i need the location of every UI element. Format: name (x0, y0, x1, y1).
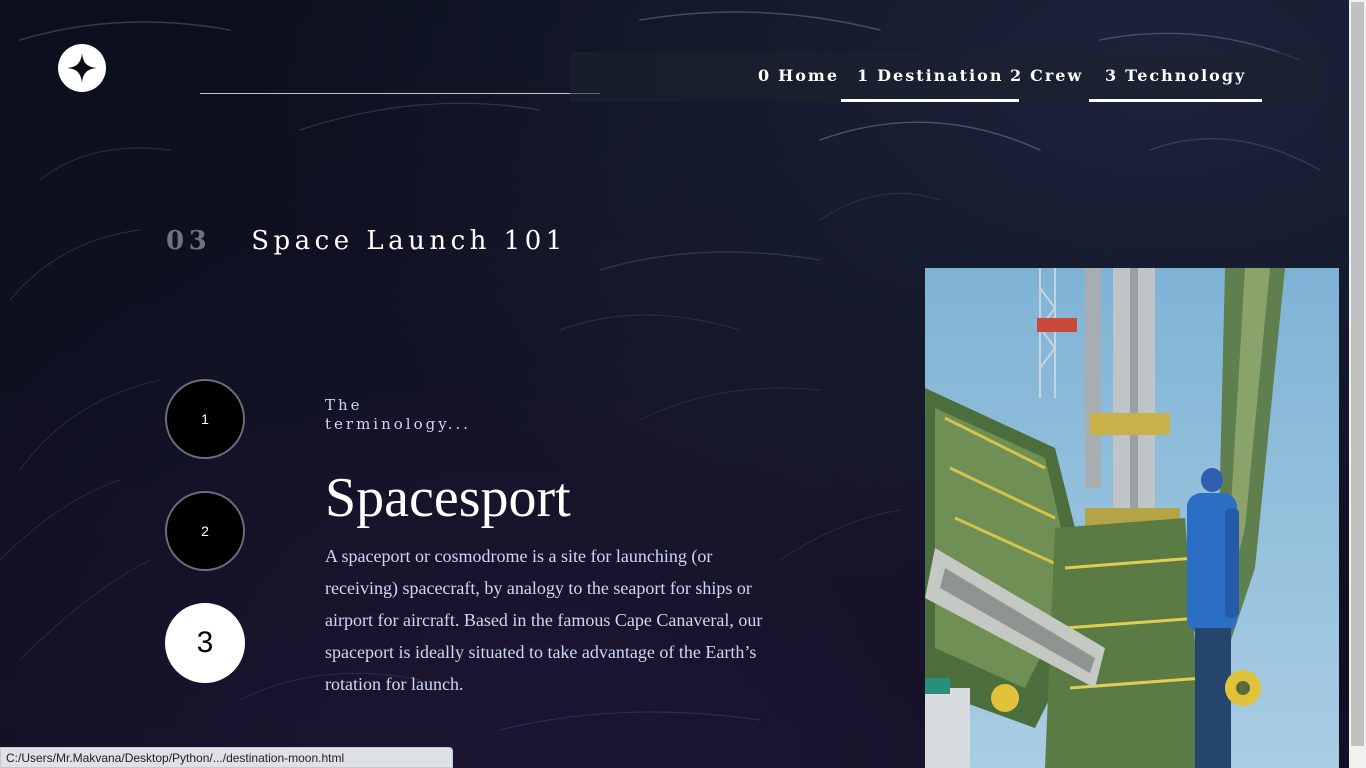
nav-item-label: Technology (1125, 66, 1247, 85)
four-point-star-icon (67, 53, 97, 83)
page-title-number: 03 (166, 226, 212, 256)
nav-item-number: 3 (1105, 66, 1119, 85)
browser-status-bar: C:/Users/Mr.Makvana/Desktop/Python/.../d… (0, 747, 453, 768)
nav-item-crew[interactable]: 2 Crew (994, 52, 1099, 102)
page-title-text: Space Launch 101 (251, 226, 567, 256)
main-navigation: 0 Home 1 Destination 2 Crew 3 Technology (570, 52, 1320, 102)
page-title: 03 Space Launch 101 (166, 226, 567, 256)
nav-item-number: 2 (1010, 66, 1024, 85)
step-button-2[interactable]: 2 (165, 491, 245, 571)
scrollbar-thumb[interactable] (1351, 2, 1364, 746)
nav-item-destination[interactable]: 1 Destination (841, 52, 1020, 102)
launch-site-photo (925, 268, 1339, 768)
header-divider (200, 93, 600, 94)
nav-item-technology[interactable]: 3 Technology (1089, 52, 1263, 102)
nav-item-label: Destination (877, 66, 1004, 85)
content-eyebrow: The terminology... (325, 396, 472, 433)
content-description: A spaceport or cosmodrome is a site for … (325, 546, 763, 694)
step-button-1[interactable]: 1 (165, 379, 245, 459)
step-button-3[interactable]: 3 (165, 603, 245, 683)
page: 0 Home 1 Destination 2 Crew 3 Technology 03 S… (0, 0, 1366, 768)
launch-site-illustration (925, 268, 1339, 768)
nav-item-home[interactable]: 0 Home (742, 52, 855, 102)
nav-item-label: Home (778, 66, 840, 85)
content-title: Spacesport (325, 467, 571, 529)
logo[interactable] (58, 44, 106, 92)
nav-item-label: Crew (1030, 66, 1084, 85)
nav-item-number: 0 (758, 66, 772, 85)
nav-item-number: 1 (857, 66, 871, 85)
